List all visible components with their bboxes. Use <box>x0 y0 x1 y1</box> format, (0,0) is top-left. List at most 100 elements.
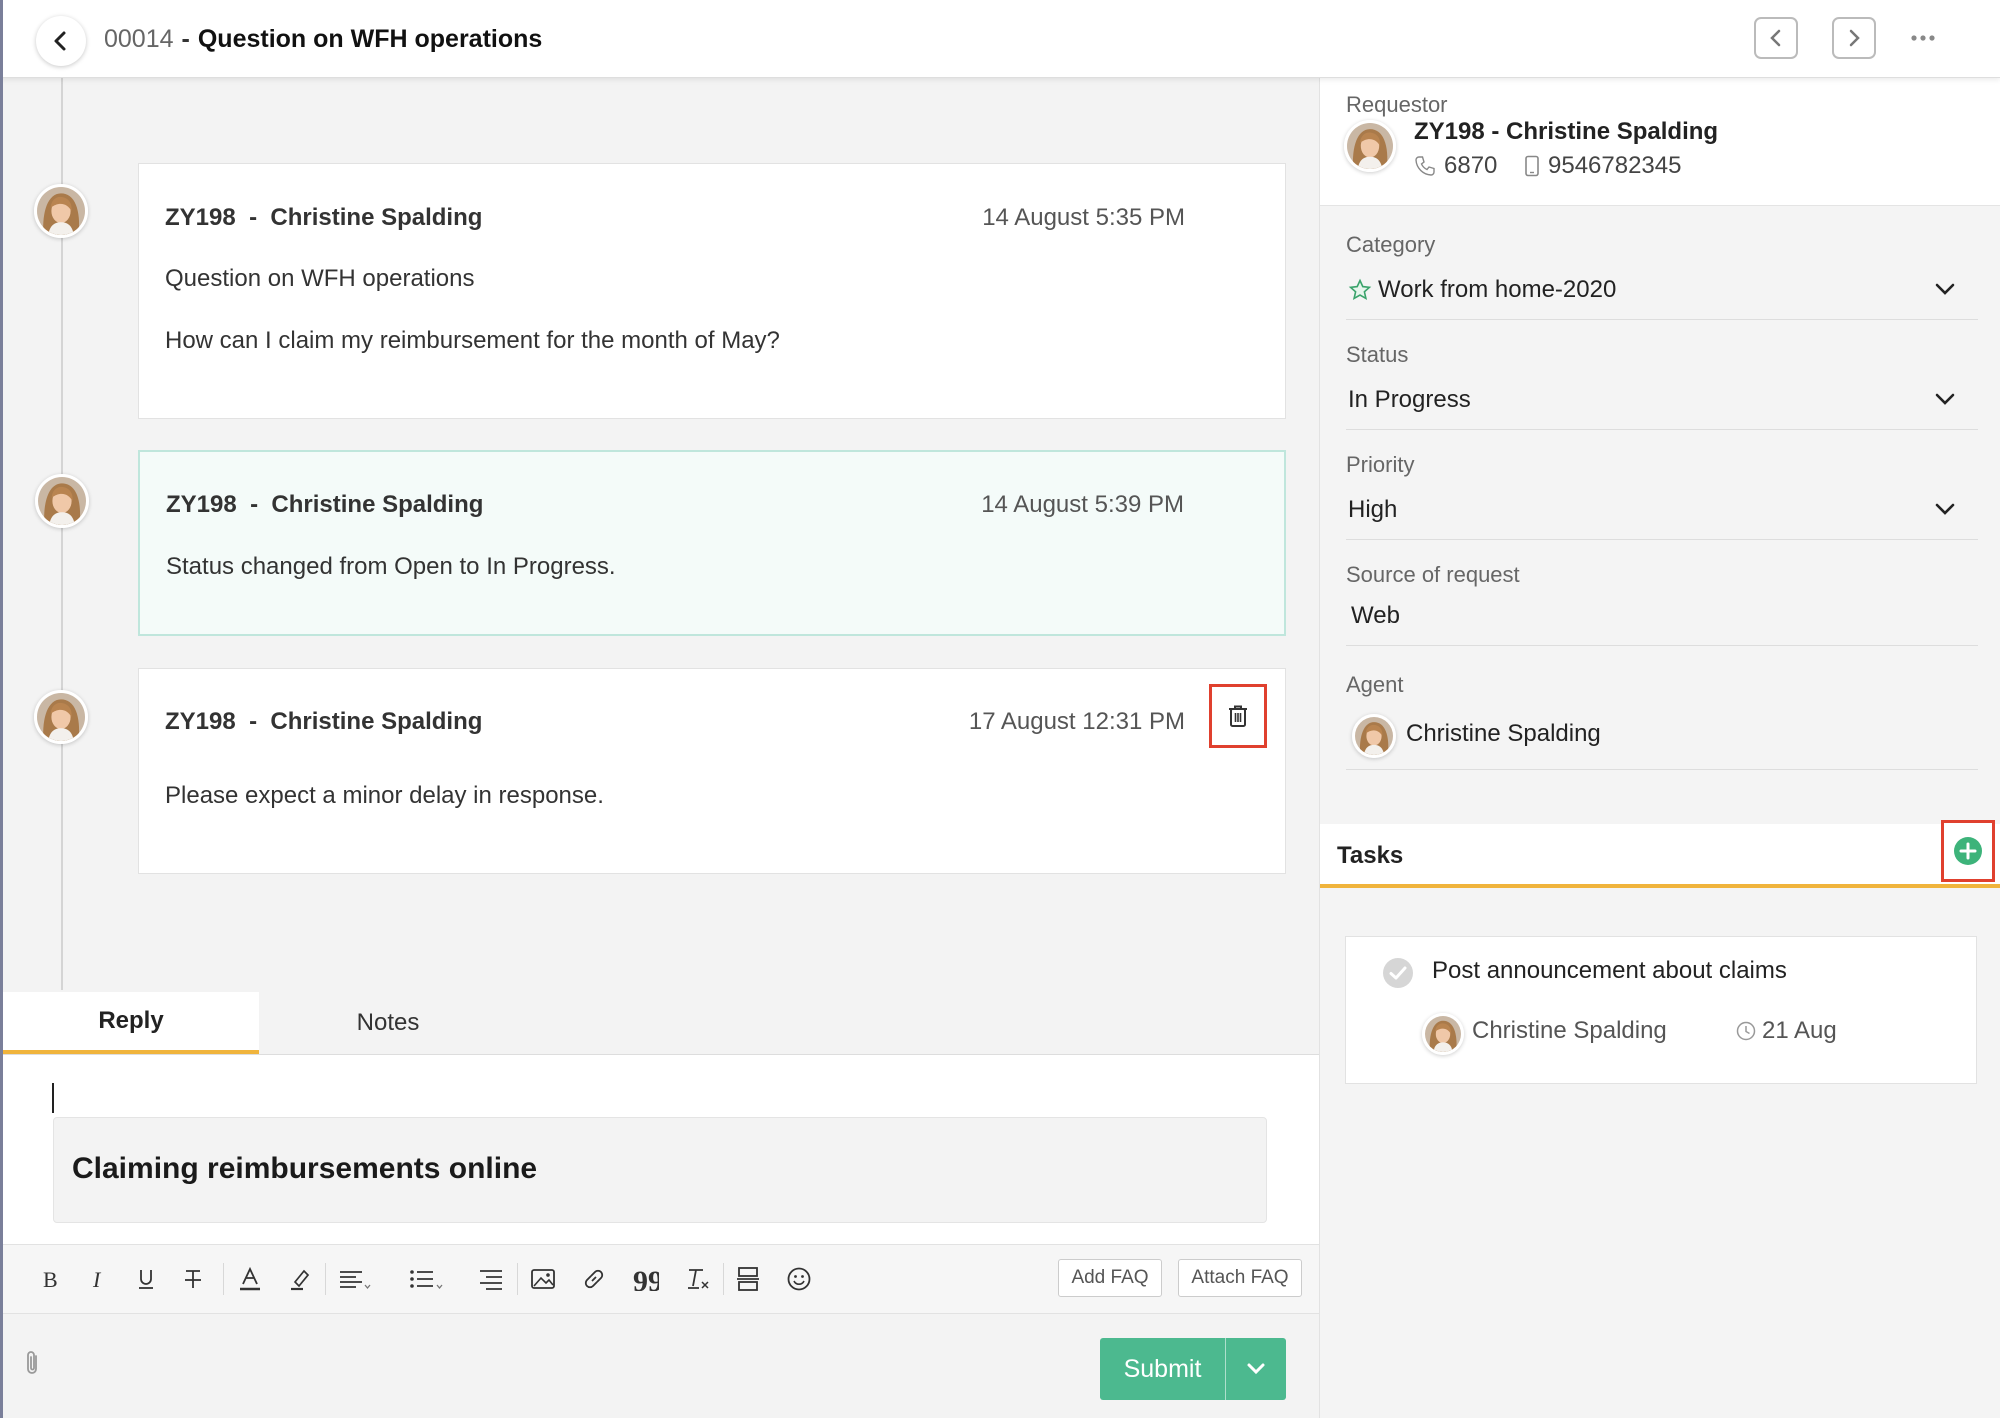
bold-button[interactable]: B <box>30 1259 70 1299</box>
link-icon <box>581 1266 607 1292</box>
attached-faq[interactable]: Claiming reimbursements online <box>53 1117 1267 1223</box>
indent-icon <box>478 1267 504 1291</box>
avatar <box>1422 1013 1464 1055</box>
avatar <box>1344 120 1396 172</box>
back-button[interactable] <box>36 16 86 66</box>
italic-button[interactable]: I <box>78 1259 118 1299</box>
avatar <box>34 690 88 744</box>
card-timestamp: 14 August 5:39 PM <box>981 491 1184 518</box>
reply-editor[interactable]: Claiming reimbursements online <box>3 1054 1319 1244</box>
ticket-separator: - <box>181 25 190 53</box>
trash-icon <box>1227 704 1249 728</box>
paperclip-icon <box>22 1348 44 1378</box>
task-assignee: Christine Spalding <box>1472 1017 1667 1044</box>
card-body: How can I claim my reimbursement for the… <box>165 327 780 354</box>
svg-text:B: B <box>43 1268 58 1290</box>
font-color-button[interactable] <box>230 1259 270 1299</box>
strikethrough-icon <box>182 1267 204 1291</box>
table-icon <box>736 1266 760 1292</box>
clear-format-icon <box>685 1266 711 1292</box>
tab-reply[interactable]: Reply <box>3 992 259 1054</box>
insert-image-button[interactable] <box>523 1259 563 1299</box>
chevron-down-icon <box>1934 282 1956 296</box>
mobile-number: 9546782345 <box>1548 152 1682 179</box>
category-value-wrap: Work from home-2020 <box>1348 276 1616 304</box>
highlighter-icon <box>289 1266 313 1292</box>
ticket-properties-panel: Requestor ZY198 - Christine Spalding 687… <box>1319 78 2000 1418</box>
card-author: ZY198 - Christine Spalding <box>165 708 483 735</box>
quote-icon: 99 <box>633 1267 659 1291</box>
source-label: Source of request <box>1346 562 1520 587</box>
strikethrough-button[interactable] <box>173 1259 213 1299</box>
tab-notes[interactable]: Notes <box>259 992 517 1054</box>
card-timestamp: 14 August 5:35 PM <box>982 204 1185 231</box>
list-button[interactable] <box>407 1259 447 1299</box>
toolbar-divider <box>325 1263 326 1295</box>
underline-button[interactable] <box>126 1259 166 1299</box>
next-ticket-button[interactable] <box>1832 17 1876 59</box>
requestor-name[interactable]: ZY198 - Christine Spalding <box>1414 118 1718 146</box>
submit-button-group: Submit <box>1100 1338 1286 1400</box>
agent-field[interactable]: Christine Spalding <box>1346 700 1978 770</box>
more-options-button[interactable] <box>1908 20 1938 56</box>
status-value: In Progress <box>1348 386 1471 413</box>
toolbar-divider <box>723 1263 724 1295</box>
toolbar-divider <box>223 1263 224 1295</box>
requestor-mobile: 9546782345 <box>1524 152 1681 180</box>
check-circle-icon <box>1382 957 1414 989</box>
indent-button[interactable] <box>471 1259 511 1299</box>
top-bar: 00014- Question on WFH operations <box>0 0 2000 78</box>
task-card[interactable]: Post announcement about claims Christine… <box>1345 936 1977 1084</box>
chevron-right-icon <box>1846 28 1862 48</box>
text-caret <box>52 1083 54 1113</box>
insert-table-button[interactable] <box>728 1259 768 1299</box>
plus-circle-icon <box>1952 835 1984 867</box>
svg-text:99: 99 <box>633 1267 659 1291</box>
priority-dropdown[interactable]: High <box>1346 484 1978 540</box>
requestor-extension: 6870 <box>1414 152 1497 180</box>
chevron-down-icon <box>1245 1362 1267 1376</box>
card-body: Please expect a minor delay in response. <box>165 782 604 809</box>
task-title: Post announcement about claims <box>1432 957 1787 984</box>
highlight-button[interactable] <box>281 1259 321 1299</box>
add-task-button[interactable] <box>1941 820 1995 882</box>
tasks-header: Tasks <box>1320 820 2000 888</box>
clear-format-button[interactable] <box>678 1259 718 1299</box>
previous-ticket-button[interactable] <box>1754 17 1798 59</box>
avatar <box>34 184 88 238</box>
status-label: Status <box>1346 342 1409 367</box>
avatar <box>1352 714 1396 758</box>
priority-label: Priority <box>1346 452 1415 477</box>
submit-options-button[interactable] <box>1226 1338 1286 1400</box>
emoji-button[interactable] <box>779 1259 819 1299</box>
status-dropdown[interactable]: In Progress <box>1346 374 1978 430</box>
insert-link-button[interactable] <box>574 1259 614 1299</box>
align-button[interactable] <box>335 1259 375 1299</box>
task-complete-checkbox[interactable] <box>1382 957 1414 989</box>
category-value: Work from home-2020 <box>1378 276 1617 303</box>
editor-toolbar: B I 99 Add FAQ Attach FAQ <box>3 1244 1319 1314</box>
source-field[interactable]: Web <box>1346 590 1978 646</box>
svg-text:I: I <box>92 1268 102 1290</box>
due-date-value: 21 Aug <box>1762 1017 1837 1044</box>
card-author: ZY198 - Christine Spalding <box>165 204 483 231</box>
agent-value: Christine Spalding <box>1406 720 1601 747</box>
quote-button[interactable]: 99 <box>626 1259 666 1299</box>
mobile-icon <box>1524 155 1540 177</box>
clock-icon <box>1736 1021 1756 1041</box>
card-subject: Question on WFH operations <box>165 265 475 292</box>
category-label: Category <box>1346 232 1436 257</box>
agent-label: Agent <box>1346 672 1404 697</box>
attach-button[interactable] <box>22 1348 44 1378</box>
submit-button[interactable]: Submit <box>1100 1338 1226 1400</box>
delete-comment-button[interactable] <box>1209 684 1267 748</box>
tasks-title: Tasks <box>1337 842 1404 869</box>
card-timestamp: 17 August 12:31 PM <box>968 708 1185 735</box>
toolbar-divider <box>517 1263 518 1295</box>
category-dropdown[interactable]: Work from home-2020 <box>1346 264 1978 320</box>
add-faq-button[interactable]: Add FAQ <box>1058 1259 1162 1297</box>
underline-icon <box>136 1267 156 1291</box>
chevron-left-icon <box>1768 28 1784 48</box>
attach-faq-button[interactable]: Attach FAQ <box>1178 1259 1302 1297</box>
card-body: Status changed from Open to In Progress. <box>166 553 616 580</box>
